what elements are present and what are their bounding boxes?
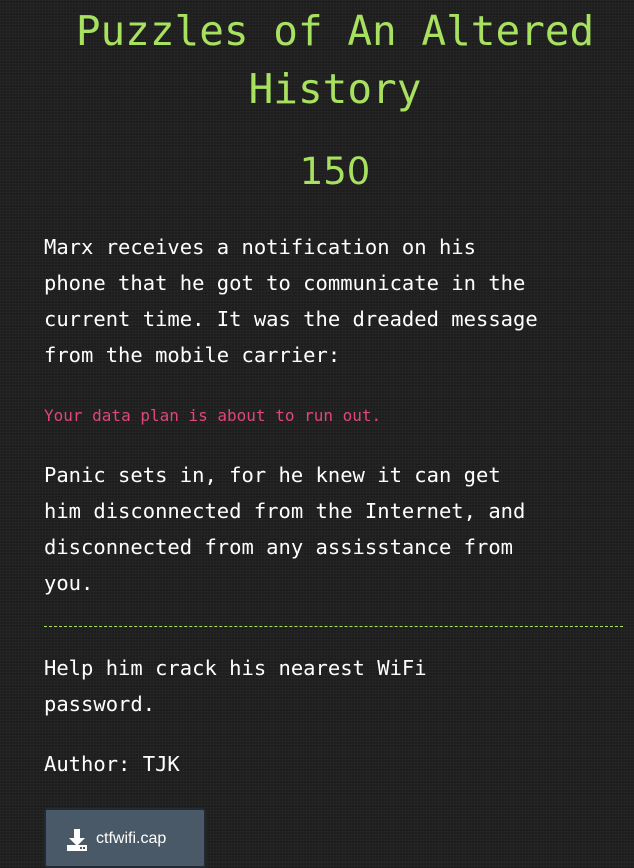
challenge-title: Puzzles of An Altered History — [75, 7, 595, 113]
description-paragraph: Panic sets in, for he knew it can get hi… — [44, 463, 526, 595]
section-divider — [44, 626, 623, 627]
challenge-panel: Puzzles of An Altered History 150 Marx r… — [0, 0, 634, 868]
file-name-label: ctfwifi.cap — [96, 830, 167, 847]
quoted-message: Your data plan is about to run out. — [44, 406, 382, 425]
download-icon — [66, 828, 88, 852]
download-file-button[interactable]: ctfwifi.cap — [44, 808, 206, 868]
challenge-points: 150 — [299, 150, 371, 193]
author-line: Author: TJK — [44, 752, 180, 776]
description-paragraph: Marx receives a notification on his phon… — [44, 235, 538, 367]
task-paragraph: Help him crack his nearest WiFi password… — [44, 656, 427, 716]
